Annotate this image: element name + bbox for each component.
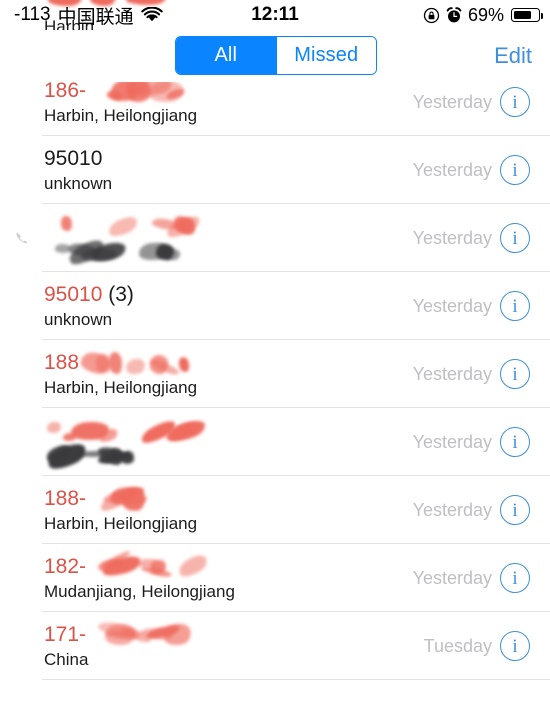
list-item-subtitle — [44, 236, 214, 269]
list-item[interactable]: 188- Harbin, Heilongjiang Yesterday i — [0, 476, 550, 544]
list-item-timestamp: Yesterday — [412, 159, 492, 180]
tab-missed[interactable]: Missed — [275, 37, 376, 74]
list-item[interactable]: Yesterday i — [0, 204, 550, 272]
info-icon-glyph: i — [500, 291, 530, 321]
info-icon-glyph: i — [500, 631, 530, 661]
tab-missed-label: Missed — [294, 44, 359, 66]
list-item-title: 188 — [44, 349, 204, 377]
list-item[interactable]: 95010 unknown Yesterday i — [0, 136, 550, 204]
phone-screen: 186- Harbin, Heilongjiang Yesterday i 95010 u… — [0, 0, 550, 719]
list-item-subtitle: Harbin, Heilongjiang — [44, 105, 198, 125]
status-bar: -113 中国联通 12:11 69% — [0, 0, 550, 30]
list-item-timestamp: Yesterday — [412, 227, 492, 248]
list-item[interactable]: 95010 (3) unknown Yesterday i — [0, 272, 550, 340]
info-icon[interactable]: i — [498, 544, 532, 612]
list-item-subtitle: Mudanjiang, Heilongjiang — [44, 581, 235, 601]
list-item-subtitle: unknown — [44, 309, 113, 329]
tab-all-label: All — [214, 44, 238, 66]
status-bar-right: 69% — [423, 0, 543, 30]
list-item-title: 182- — [44, 548, 235, 581]
list-item-title: 95010 (3) — [44, 283, 134, 307]
list-item-call-count: (3) — [102, 282, 134, 306]
list-item-number: 182- — [44, 554, 87, 578]
list-item-title — [44, 213, 214, 242]
list-item-timestamp: Yesterday — [412, 431, 492, 452]
list-item-number: 95010 — [44, 146, 103, 170]
battery-percent-label: 69% — [467, 4, 504, 25]
list-item-title: 171- — [44, 620, 211, 648]
info-icon[interactable]: i — [498, 612, 532, 680]
list-item-title: 188- — [44, 484, 211, 514]
list-item-subtitle: China — [44, 649, 89, 669]
list-item-subtitle: unknown — [44, 173, 113, 193]
list-item-subtitle — [43, 439, 209, 473]
list-item-number: 188- — [44, 486, 87, 510]
info-icon-glyph: i — [500, 155, 530, 185]
navigation-bar: All Missed Edit — [0, 30, 550, 82]
list-item-title: 186- — [44, 75, 211, 106]
list-item-title — [44, 417, 209, 447]
list-item-subtitle: Harbin, Heilongjiang — [44, 377, 198, 397]
info-icon-glyph: i — [500, 495, 530, 525]
list-item-timestamp: Yesterday — [412, 295, 492, 316]
list-item[interactable]: 188 Harbin, Heilongjiang Yesterday i — [0, 340, 550, 408]
list-item[interactable]: Yesterday i — [0, 408, 550, 476]
list-item-subtitle: Harbin, Heilongjiang — [44, 513, 198, 533]
list-item-timestamp: Tuesday — [423, 635, 492, 656]
list-item-title: 95010 — [44, 147, 112, 171]
list-item[interactable]: 171- China Tuesday i — [0, 612, 550, 680]
edit-button[interactable]: Edit — [494, 30, 532, 82]
info-icon-glyph: i — [500, 427, 530, 457]
info-icon[interactable]: i — [498, 340, 532, 408]
info-icon[interactable]: i — [498, 272, 532, 340]
list-item-timestamp: Yesterday — [412, 363, 492, 384]
list-item[interactable]: 182- Mudanjiang, Heilongjiang Yesterday i — [0, 544, 550, 612]
list-item-timestamp: Yesterday — [412, 567, 492, 588]
info-icon[interactable]: i — [498, 408, 532, 476]
outgoing-call-icon — [12, 204, 32, 272]
call-history-list[interactable]: 186- Harbin, Heilongjiang Yesterday i 95010 u… — [0, 0, 550, 719]
info-icon[interactable]: i — [498, 136, 532, 204]
list-item-timestamp: Yesterday — [412, 499, 492, 520]
list-item-number: 171- — [44, 622, 87, 646]
info-icon-glyph: i — [500, 563, 530, 593]
call-filter-segmented-control[interactable]: All Missed — [175, 36, 377, 75]
info-icon[interactable]: i — [498, 476, 532, 544]
battery-icon — [511, 8, 543, 22]
edit-button-label: Edit — [494, 43, 532, 68]
tab-all[interactable]: All — [176, 37, 276, 74]
info-icon-glyph: i — [500, 87, 530, 117]
list-item-number: 188 — [44, 350, 80, 374]
rotation-lock-icon — [423, 7, 440, 24]
clock-time: 12:11 — [251, 4, 299, 25]
info-icon-glyph: i — [500, 223, 530, 253]
info-icon-glyph: i — [500, 359, 530, 389]
alarm-clock-icon — [446, 7, 462, 23]
info-icon[interactable]: i — [498, 204, 532, 272]
list-item-number: 95010 — [44, 282, 103, 306]
